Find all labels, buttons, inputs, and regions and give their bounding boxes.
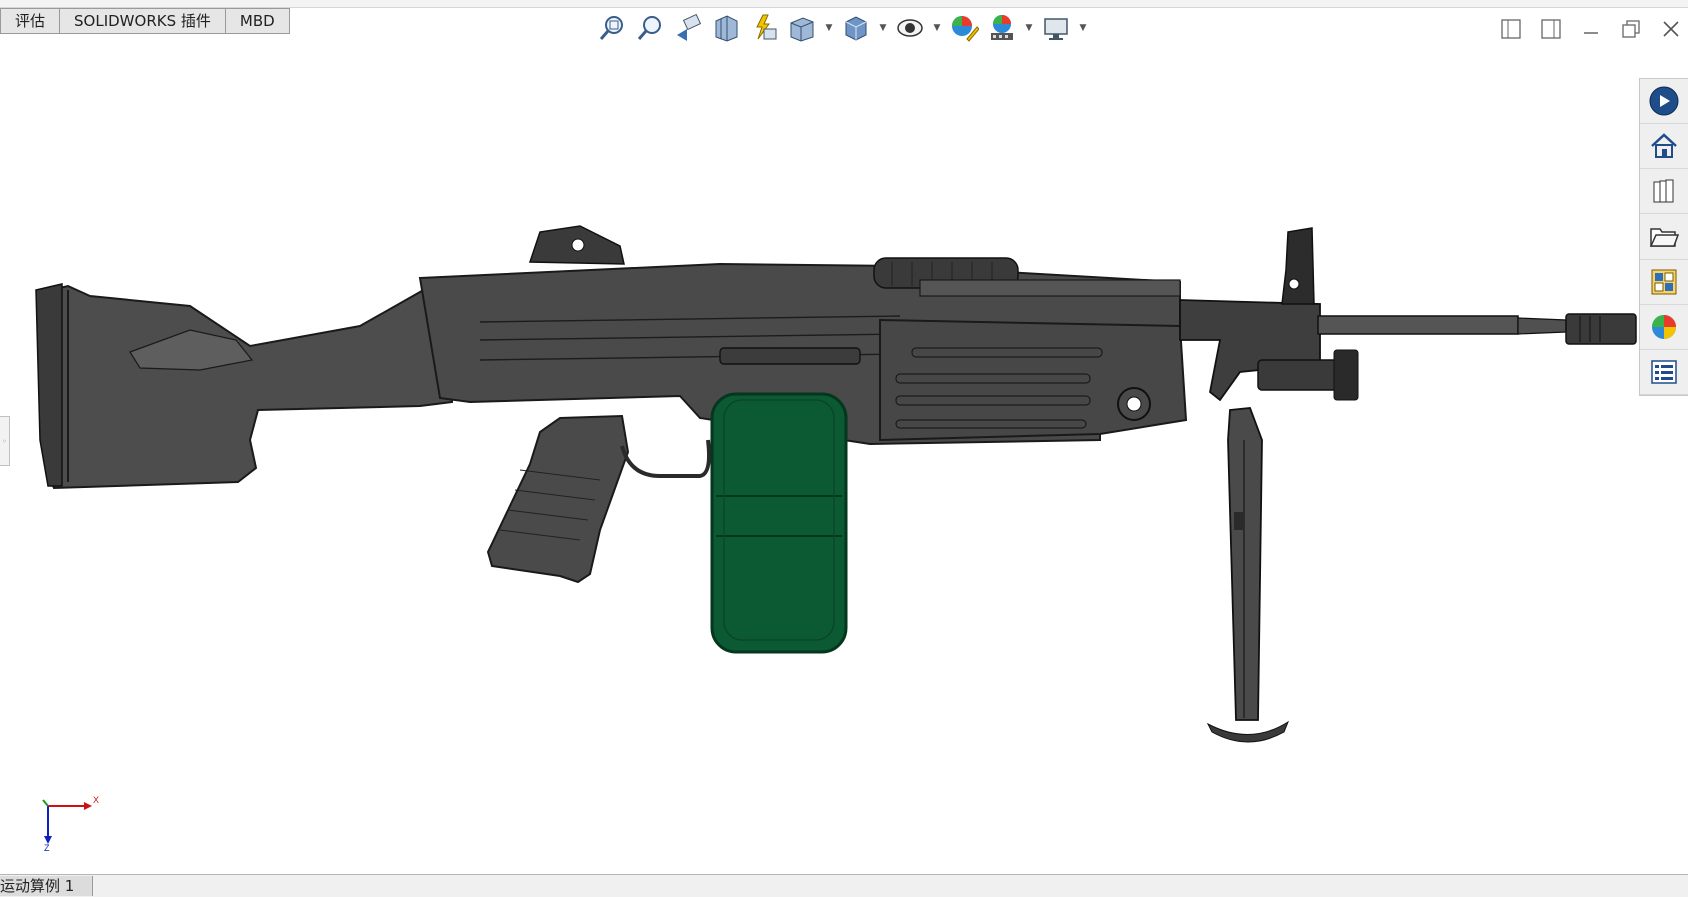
front-sight[interactable]	[1281, 227, 1315, 305]
triad-z-label: Z	[44, 843, 50, 852]
view-palette-icon[interactable]	[1640, 260, 1688, 305]
solidworks-resources-icon[interactable]	[1640, 79, 1688, 125]
flash-hider[interactable]	[1565, 313, 1637, 345]
tab-solidworks-addins[interactable]: SOLIDWORKS 插件	[60, 8, 226, 34]
top-rail[interactable]	[919, 279, 1181, 297]
task-pane	[1639, 78, 1688, 396]
triad-x-label: X	[93, 795, 99, 805]
appearances-icon[interactable]	[1640, 305, 1688, 350]
tab-evaluate[interactable]: 评估	[0, 8, 61, 34]
design-library-icon[interactable]	[1640, 169, 1688, 215]
tab-mbd[interactable]: MBD	[225, 8, 290, 34]
graphics-area[interactable]	[0, 34, 1640, 874]
handguard[interactable]	[879, 318, 1188, 442]
home-icon[interactable]	[1640, 124, 1688, 170]
machine-gun-model[interactable]	[35, 225, 1637, 743]
trigger-guard[interactable]	[620, 439, 711, 478]
pistol-grip[interactable]	[486, 414, 630, 584]
reference-triad: X Z	[40, 792, 110, 853]
ammo-box[interactable]	[710, 392, 848, 654]
file-explorer-icon[interactable]	[1640, 214, 1688, 260]
bipod[interactable]	[1206, 407, 1290, 743]
command-manager-tabs: 评估 SOLIDWORKS 插件 MBD	[0, 8, 290, 34]
motion-study-tab[interactable]: 运动算例 1	[0, 876, 94, 896]
motion-study-bar: 运动算例 1	[0, 874, 1688, 897]
barrel[interactable]	[1317, 315, 1519, 335]
top-strip	[0, 0, 1688, 8]
custom-properties-icon[interactable]	[1640, 350, 1688, 395]
buttstock[interactable]	[40, 278, 454, 490]
close-icon[interactable]	[1654, 14, 1688, 44]
charging-handle[interactable]	[719, 347, 861, 365]
